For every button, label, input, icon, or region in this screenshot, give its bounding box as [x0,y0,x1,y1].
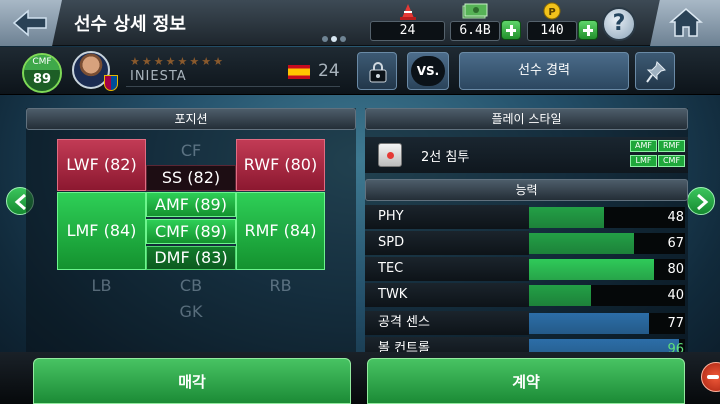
playstyle-title: 플레이 스타일 [365,108,688,130]
cash-icon [462,3,488,19]
ability-value: 40 [659,286,684,305]
abilities-title: 능력 [365,179,688,201]
pin-icon [646,61,666,83]
ability-value: 48 [659,208,684,227]
cone-count: 24 [370,21,445,41]
position-panel-title: 포지션 [26,108,356,130]
chevron-right-icon [697,194,709,210]
star-icon: ★ [201,55,212,68]
player-overall: 89 [32,72,52,87]
pos-cmf: CMF (89) [146,219,236,244]
page-indicator [322,36,346,42]
help-button[interactable]: ? [602,7,636,41]
pos-lwf: LWF (82) [57,139,146,191]
player-position: CMF [24,55,60,70]
coin-letter: P [548,7,555,18]
ability-label: 공격 센스 [365,311,529,335]
add-points-button[interactable] [578,20,598,40]
ability-bar [529,313,649,334]
position-overall-badge: CMF 89 [22,53,62,93]
ability-label: PHY [365,205,529,229]
playstyle-pos: CMF [658,155,685,167]
pos-amf: AMF (89) [146,192,236,217]
pos-lb: LB [91,276,112,295]
pos-rb: RB [269,276,292,295]
points-amount: 140 [527,21,577,41]
career-button[interactable]: 선수 경력 [459,52,629,90]
star-icon: ★ [177,55,188,68]
playstyle-row[interactable]: 2선 침투 AMF RMF LMF CMF [365,137,688,173]
ability-bar [529,207,604,228]
ability-row: TWK 40 [365,283,688,307]
star-icon: ★ [165,55,176,68]
playstyle-icon [378,143,402,167]
star-icon: ★ [213,55,223,68]
top-bar: 선수 상세 정보 24 6.4B P 140 ? [0,0,720,46]
ability-bar [529,259,654,280]
player-name: INIESTA [130,69,187,84]
back-arrow-icon [12,9,47,37]
ability-label: TWK [365,283,529,307]
pos-rmf: RMF (84) [236,192,325,270]
pos-dmf: DMF (83) [146,246,236,270]
barcelona-crest-icon [104,75,118,91]
ability-row: TEC 80 [365,257,688,281]
pos-cf: CF [180,141,202,160]
star-rating: ★ ★ ★ ★ ★ ★ ★ ★ [130,56,223,67]
pos-cb: CB [179,276,203,295]
coin-icon: P [543,2,561,20]
ability-value: 67 [659,234,684,253]
cash-amount: 6.4B [450,21,500,41]
divider [126,86,340,87]
ability-label: TEC [365,257,529,281]
cone-icon [400,4,416,20]
next-player-button[interactable] [687,187,715,215]
add-cash-button[interactable] [501,20,521,40]
lock-icon [369,62,387,83]
ability-value: 80 [659,260,684,279]
playstyle-pos: LMF [630,155,657,167]
playstyle-pos: AMF [630,140,657,152]
playstyle-name: 2선 침투 [421,150,470,165]
pos-lmf: LMF (84) [57,192,146,270]
pos-gk: GK [179,302,203,321]
ability-bar [529,285,591,306]
star-icon: ★ [130,55,140,68]
contract-button[interactable]: 계약 [367,358,685,404]
pin-button[interactable] [635,52,675,90]
sell-button[interactable]: 매각 [33,358,351,404]
ability-bar [529,233,634,254]
spain-flag-icon [288,65,310,79]
ability-row: PHY 48 [365,205,688,229]
star-icon: ★ [141,55,152,68]
pos-rwf: RWF (80) [236,139,325,191]
home-button[interactable] [650,0,720,46]
ability-label: SPD [365,231,529,255]
page-title: 선수 상세 정보 [74,14,186,35]
home-icon [668,8,704,37]
ability-value: 77 [659,314,684,333]
lock-button[interactable] [357,52,397,90]
compare-label: VS. [411,56,445,86]
back-button[interactable] [0,0,62,46]
ability-row: SPD 67 [365,231,688,255]
compare-button[interactable]: VS. [407,52,449,90]
ability-row: 공격 센스 77 [365,311,688,335]
star-icon: ★ [189,55,200,68]
player-age: 24 [318,61,340,81]
star-icon: ★ [153,55,164,68]
playstyle-pos: RMF [658,140,685,152]
pos-ss: SS (82) [146,165,236,191]
